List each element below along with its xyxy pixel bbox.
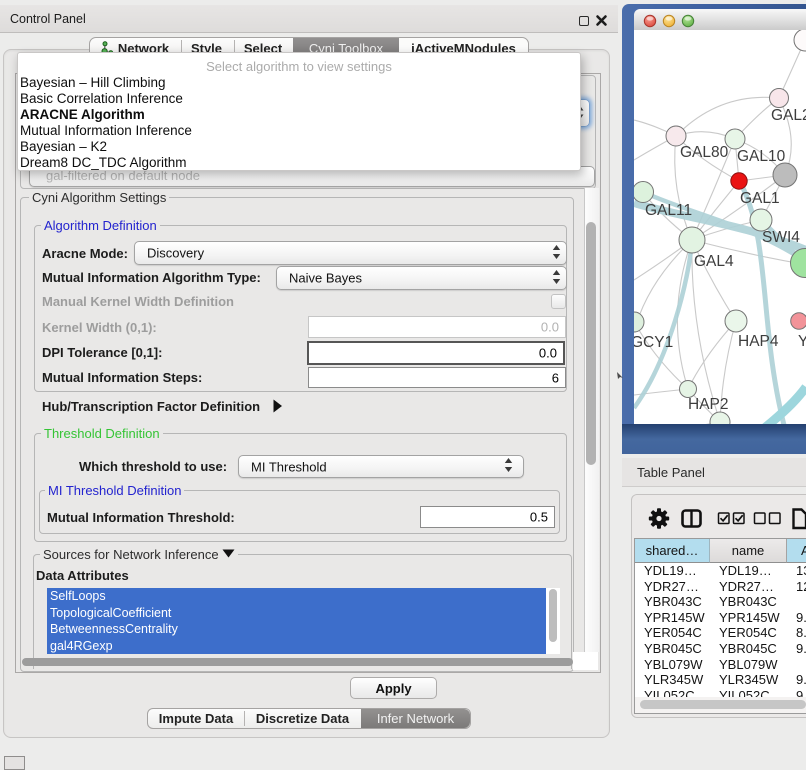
svg-text:GAL1: GAL1 — [740, 190, 780, 207]
svg-text:GAL11: GAL11 — [645, 202, 692, 219]
svg-text:GAL4: GAL4 — [694, 253, 734, 270]
svg-text:GAL80: GAL80 — [680, 144, 729, 161]
svg-text:SWI4: SWI4 — [762, 229, 800, 246]
svg-text:GAL2: GAL2 — [771, 107, 806, 124]
svg-text:GAL10: GAL10 — [737, 148, 786, 165]
svg-text:HAP4: HAP4 — [738, 333, 779, 350]
svg-text:HAP2: HAP2 — [688, 396, 729, 413]
svg-text:GCY1: GCY1 — [634, 334, 673, 351]
svg-text:Y: Y — [798, 333, 806, 350]
